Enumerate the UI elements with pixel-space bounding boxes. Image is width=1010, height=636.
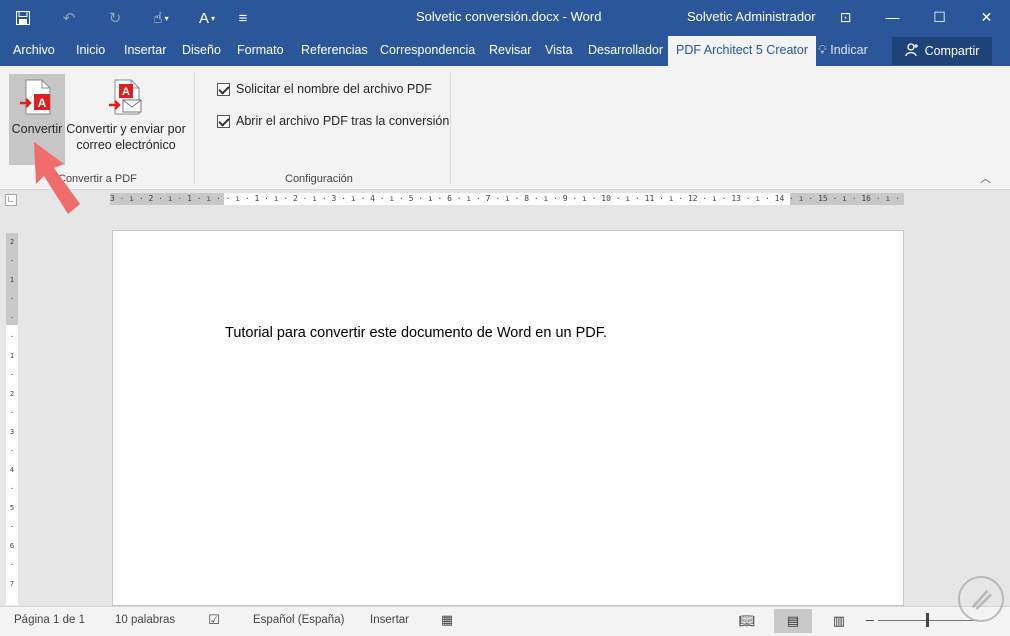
save-icon[interactable]: [0, 0, 46, 36]
enviar-label-line2: correo electrónico: [76, 138, 176, 152]
document-title: Solvetic conversión.docx - Word: [416, 9, 602, 24]
vertical-ruler-number: 1: [9, 352, 15, 360]
person-icon: [904, 42, 919, 60]
document-page[interactable]: Tutorial para convertir este documento d…: [112, 230, 904, 606]
language[interactable]: Español (España): [253, 607, 344, 635]
vertical-ruler-number: 3: [9, 428, 15, 436]
tab-pdf-architect[interactable]: PDF Architect 5 Creator: [668, 36, 816, 66]
web-layout-icon[interactable]: ▥: [820, 609, 858, 633]
page-count[interactable]: Página 1 de 1: [14, 607, 85, 635]
print-layout-icon[interactable]: ▤: [774, 609, 812, 633]
option-2-label: Abrir el archivo PDF tras la conversión: [236, 114, 450, 128]
title-bar: ↶ ↻ ☝ ▾ A ▾ ≡ Solvetic conversión.docx - W…: [0, 0, 1010, 36]
status-bar: Página 1 de 1 10 palabras ☑ Español (Esp…: [0, 606, 1010, 636]
vertical-ruler-number: 1: [9, 276, 15, 284]
vertical-ruler-number: ·: [9, 447, 15, 455]
quick-access-toolbar: ↶ ↻ ☝ ▾ A ▾ ≡: [0, 0, 256, 36]
vertical-ruler-number: ·: [9, 257, 15, 265]
checkbox-checked-icon[interactable]: [217, 114, 230, 128]
read-mode-icon[interactable]: 📖︎: [728, 609, 766, 633]
undo-icon[interactable]: ↶: [46, 0, 92, 36]
proofing-icon[interactable]: ☑: [204, 611, 224, 629]
user-name[interactable]: Solvetic Administrador: [687, 0, 816, 36]
pdf-convert-icon: A: [20, 79, 51, 115]
lightbulb-icon: 💡︎: [818, 43, 827, 57]
touch-mode-icon[interactable]: ☝ ▾: [138, 0, 184, 36]
word-count[interactable]: 10 palabras: [115, 607, 175, 635]
tell-me-label: Indicar: [830, 43, 868, 57]
vertical-ruler-number: 2: [9, 238, 15, 246]
vertical-ruler[interactable]: 2 · 1 · · · 1 · 2 · 3 · 4 · 5 · 6 · 7: [6, 233, 18, 605]
vertical-ruler-number: ·: [9, 314, 15, 322]
vertical-ruler-number: ·: [9, 485, 15, 493]
close-icon[interactable]: ✕: [963, 0, 1010, 34]
tab-diseno[interactable]: Diseño: [182, 36, 221, 66]
spelling-icon[interactable]: A ▾: [184, 0, 230, 36]
tab-inicio[interactable]: Inicio: [76, 36, 105, 66]
maximize-icon[interactable]: ☐: [916, 0, 963, 34]
horizontal-ruler[interactable]: 3 · ı · 2 · ı · 1 · ı · · ı · 1 · ı · 2 …: [110, 193, 904, 205]
collapse-ribbon-icon[interactable]: ︿: [980, 170, 991, 186]
group-label-configuracion: Configuración: [285, 173, 353, 185]
tab-insertar[interactable]: Insertar: [124, 36, 166, 66]
svg-text:A: A: [122, 86, 130, 98]
vertical-ruler-number: ·: [9, 561, 15, 569]
vertical-scrollbar[interactable]: [996, 208, 1010, 606]
enviar-label-line1: Convertir y enviar por: [66, 122, 186, 136]
vertical-ruler-number: ·: [9, 409, 15, 417]
customize-qat-icon[interactable]: ≡: [230, 0, 256, 36]
tab-revisar[interactable]: Revisar: [489, 36, 531, 66]
minimize-icon[interactable]: —: [869, 0, 916, 34]
group-separator: [450, 72, 451, 184]
option-abrir-pdf[interactable]: Abrir el archivo PDF tras la conversión: [217, 114, 449, 128]
vertical-ruler-numbers: 2 · 1 · · · 1 · 2 · 3 · 4 · 5 · 6 · 7: [6, 233, 18, 594]
tab-formato[interactable]: Formato: [237, 36, 284, 66]
checkbox-checked-icon[interactable]: [217, 82, 230, 96]
vertical-ruler-number: 2: [9, 390, 15, 398]
document-body-text[interactable]: Tutorial para convertir este documento d…: [225, 325, 607, 341]
vertical-ruler-number: ·: [9, 333, 15, 341]
ribbon-display-icon[interactable]: ⊡: [822, 0, 869, 34]
vertical-ruler-number: 7: [9, 580, 15, 588]
insert-mode[interactable]: Insertar: [370, 607, 409, 635]
zoom-out-icon[interactable]: –: [866, 611, 874, 627]
tab-referencias[interactable]: Referencias: [301, 36, 368, 66]
tell-me-search[interactable]: 💡︎ Indicar: [818, 36, 868, 66]
vertical-ruler-number: ·: [9, 523, 15, 531]
option-solicitar-nombre[interactable]: Solicitar el nombre del archivo PDF: [217, 82, 432, 96]
redo-icon[interactable]: ↻: [92, 0, 138, 36]
tab-archivo[interactable]: Archivo: [13, 36, 55, 66]
ruler-numbers: 3 · ı · 2 · ı · 1 · ı · · ı · 1 · ı · 2 …: [110, 194, 904, 203]
convertir-label: Convertir: [11, 122, 63, 136]
option-1-label: Solicitar el nombre del archivo PDF: [236, 82, 432, 96]
vertical-ruler-number: ·: [9, 295, 15, 303]
tab-desarrollador[interactable]: Desarrollador: [588, 36, 663, 66]
tab-vista[interactable]: Vista: [545, 36, 573, 66]
ribbon: A Convertir A Convertir y enviar por cor…: [0, 66, 1010, 190]
window-controls: ⊡ — ☐ ✕: [822, 0, 1010, 36]
ribbon-tabs: Archivo Inicio Insertar Diseño Formato R…: [0, 36, 1010, 66]
pdf-email-icon: A: [109, 79, 142, 115]
macro-recording-icon[interactable]: ▦: [437, 611, 457, 629]
vertical-ruler-number: ·: [9, 371, 15, 379]
zoom-slider-thumb[interactable]: [926, 613, 929, 627]
tab-stop-selector[interactable]: ∟: [5, 194, 17, 206]
group-separator: [194, 72, 195, 184]
share-button[interactable]: Compartir: [892, 37, 992, 65]
vertical-ruler-number: 6: [9, 542, 15, 550]
share-label: Compartir: [924, 44, 980, 58]
tab-correspondencia[interactable]: Correspondencia: [380, 36, 475, 66]
annotation-arrow-icon: [34, 142, 80, 214]
vertical-ruler-number: 4: [9, 466, 15, 474]
svg-text:A: A: [38, 96, 47, 110]
solvetic-logo-icon: [958, 576, 1004, 622]
vertical-ruler-number: 5: [9, 504, 15, 512]
